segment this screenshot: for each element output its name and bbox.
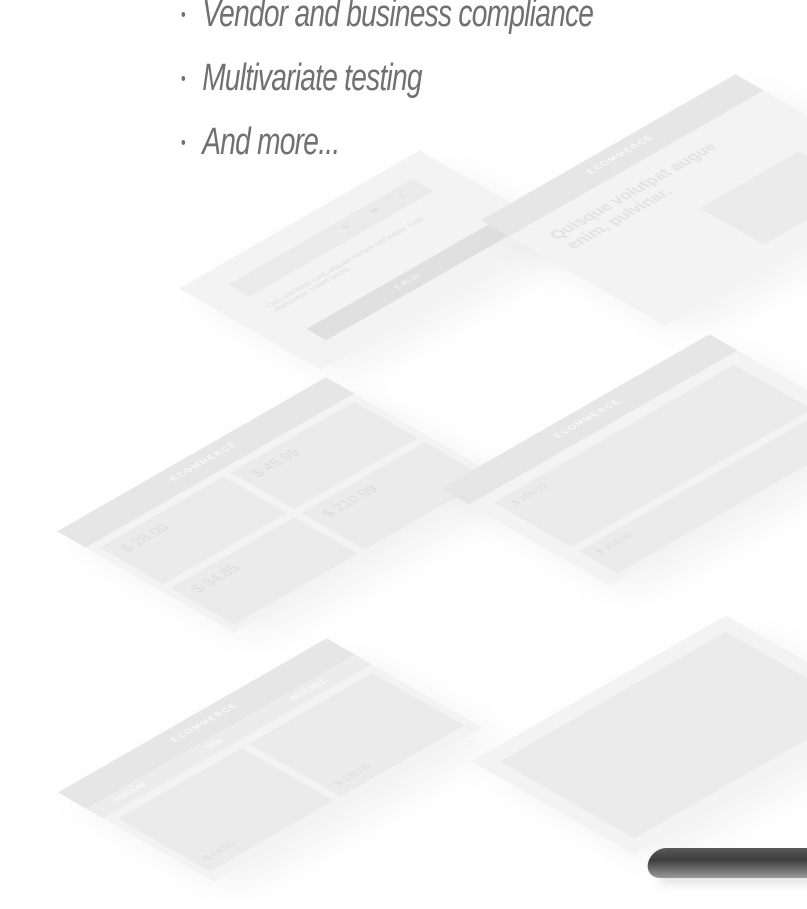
brand-label: ECOMMERCE [168, 440, 241, 483]
tile-price: $ 34.85 [187, 562, 244, 595]
tile-price: $ 28.00 [116, 521, 174, 555]
isometric-screens: S M L Cras quis dolor nunc, aliquam temp… [0, 0, 807, 909]
device-stand [644, 848, 807, 878]
item-price: $ 120.00 [330, 762, 374, 787]
item-price: $ 84.00 [199, 839, 239, 862]
tile-price: $ 45.99 [247, 446, 305, 480]
screen-product-detail: S M L Cras quis dolor nunc, aliquam temp… [179, 150, 561, 370]
screen-product-list: ECOMMERCE POPULAR NEW BEST SELL $ 84.00 … [57, 638, 483, 882]
model-image [499, 631, 807, 839]
size-option: L [396, 192, 409, 199]
chair-price: $ 199.99 [507, 482, 551, 507]
tab-new[interactable]: NEW [204, 738, 226, 751]
chair-price: $ 255.00 [592, 530, 636, 556]
screen-chair: ECOMMERCE $ 199.99 $ 255.00 [440, 334, 807, 586]
screen-product-grid: ECOMMERCE $ 28.00 $ 45.99 $ 34.85 $ 210.… [57, 377, 503, 633]
screen-hero: ECOMMERCE Quisque volutpat augue enim, p… [480, 74, 807, 326]
size-option: M [368, 207, 383, 215]
screen-fashion [471, 615, 807, 855]
size-option: S [340, 224, 353, 232]
brand-label: ECOMMERCE [584, 133, 658, 176]
